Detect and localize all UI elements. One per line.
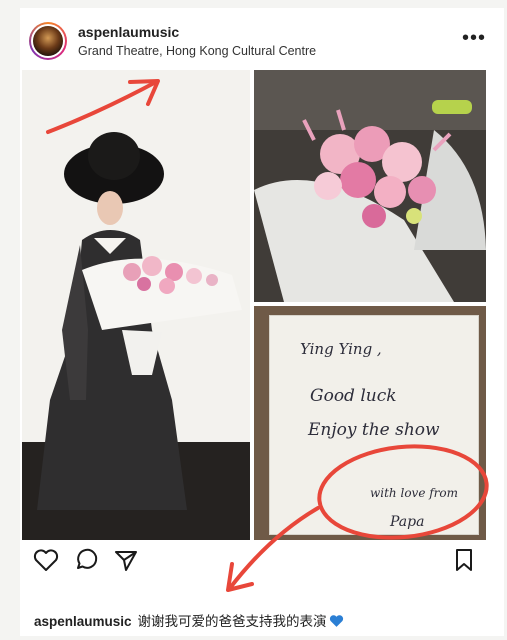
blue-heart-emoji-icon: [329, 615, 343, 627]
comment-icon[interactable]: [72, 546, 100, 574]
post-header: aspenlaumusic Grand Theatre, Hong Kong C…: [20, 8, 504, 70]
profile-avatar[interactable]: [29, 22, 67, 60]
photo-performer-with-bouquet: [22, 70, 250, 540]
card-line-1: Ying Ying ,: [300, 340, 382, 358]
photo-bouquet-closeup: [254, 70, 486, 302]
like-heart-icon[interactable]: [32, 546, 60, 574]
card-line-4: with love from: [370, 486, 459, 500]
photo-collage[interactable]: Ying Ying , Good luck Enjoy the show wit…: [20, 70, 488, 540]
card-line-2: Good luck: [310, 386, 397, 406]
post-location[interactable]: Grand Theatre, Hong Kong Cultural Centre: [78, 44, 316, 58]
more-options-icon[interactable]: •••: [462, 28, 486, 48]
caption-text: 谢谢我可爱的爸爸支持我的表演: [137, 614, 327, 629]
instagram-post: aspenlaumusic Grand Theatre, Hong Kong C…: [20, 8, 504, 636]
post-caption: aspenlaumusic 谢谢我可爱的爸爸支持我的表演: [34, 610, 344, 630]
post-actions-bar: [20, 546, 504, 582]
save-bookmark-icon[interactable]: [450, 546, 478, 574]
card-line-3: Enjoy the show: [308, 420, 440, 440]
card-line-5: Papa: [390, 514, 425, 530]
share-icon[interactable]: [112, 546, 140, 574]
post-username[interactable]: aspenlaumusic: [78, 24, 179, 40]
caption-username[interactable]: aspenlaumusic: [34, 614, 132, 629]
greeting-card: Ying Ying , Good luck Enjoy the show wit…: [270, 316, 478, 534]
photo-handwritten-card: Ying Ying , Good luck Enjoy the show wit…: [254, 306, 486, 540]
